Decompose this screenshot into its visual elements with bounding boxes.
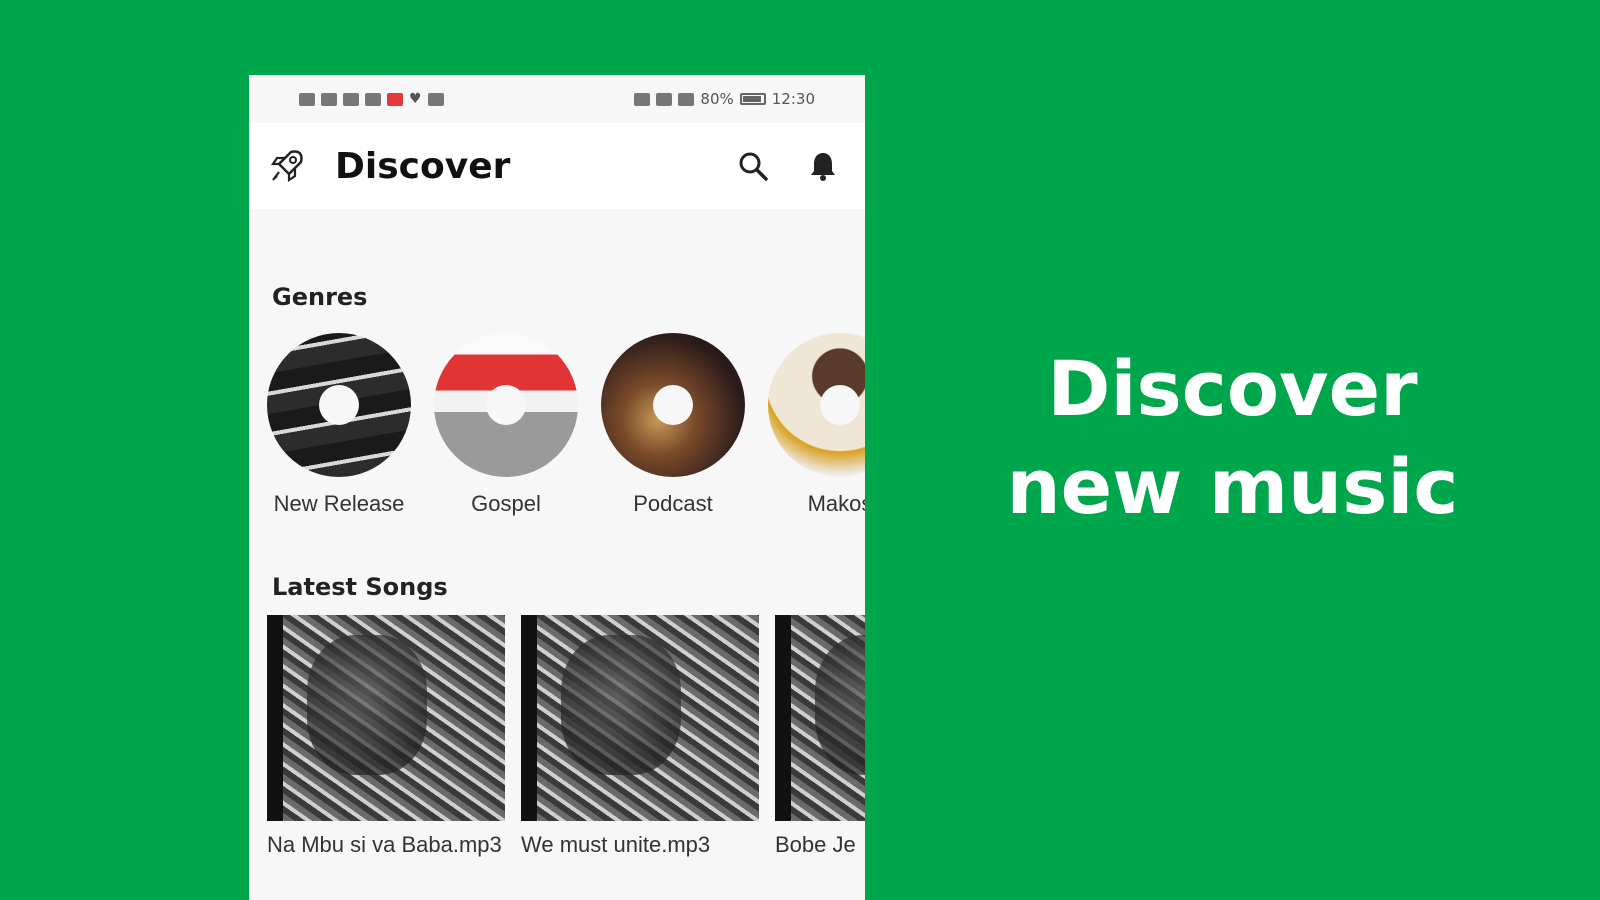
genre-cover <box>768 333 865 477</box>
bluetooth-icon <box>656 92 673 106</box>
genres-list: New Release Gospel Podcast Makos <box>249 333 865 517</box>
genre-item-gospel[interactable]: Gospel <box>433 333 579 517</box>
song-cover <box>267 615 505 821</box>
battery-icon <box>739 93 766 105</box>
song-title: Na Mbu si va Baba.mp3 <box>267 832 502 857</box>
song-cover <box>521 615 759 821</box>
mute-icon <box>678 92 695 106</box>
song-cover <box>775 615 865 821</box>
wifi-icon <box>343 92 359 106</box>
notification-icon <box>365 92 381 106</box>
status-right-icons: 80% 12:30 <box>634 90 815 108</box>
status-bar: ♥ 80% 12:30 <box>249 75 865 123</box>
song-item[interactable]: Na Mbu si va Baba.mp3 <box>267 615 505 861</box>
signal-icon <box>321 92 337 106</box>
genre-cover <box>434 333 578 477</box>
genre-label: Gospel <box>471 491 541 516</box>
hd-icon <box>299 92 315 106</box>
genre-cover <box>601 333 745 477</box>
song-item[interactable]: We must unite.mp3 <box>521 615 759 861</box>
genres-title: Genres <box>272 283 368 311</box>
clock: 12:30 <box>771 90 815 108</box>
latest-songs-list: Na Mbu si va Baba.mp3 We must unite.mp3 … <box>249 615 865 861</box>
genre-label: Podcast <box>633 491 713 516</box>
search-icon[interactable] <box>731 144 775 188</box>
phone-screen: ♥ 80% 12:30 Discover Genres New Release … <box>249 75 865 900</box>
message-icon <box>427 92 444 106</box>
song-title: We must unite.mp3 <box>521 832 711 857</box>
latest-songs-title: Latest Songs <box>272 573 448 601</box>
genre-label: New Release <box>273 491 405 516</box>
bell-icon[interactable] <box>801 144 845 188</box>
song-title: Bobe Je <box>775 832 856 857</box>
song-item[interactable]: Bobe Je <box>775 615 865 861</box>
genre-item-makos[interactable]: Makos <box>767 333 865 517</box>
genre-item-podcast[interactable]: Podcast <box>600 333 746 517</box>
rocket-icon[interactable] <box>265 144 309 188</box>
promo-headline: Discover new music <box>865 340 1600 536</box>
promo-line-1: Discover <box>1047 344 1418 433</box>
status-left-icons: ♥ <box>299 91 444 107</box>
promo-line-2: new music <box>1006 442 1459 531</box>
genre-item-new-release[interactable]: New Release <box>266 333 412 517</box>
battery-percent: 80% <box>700 90 734 108</box>
page-title: Discover <box>335 145 511 187</box>
genre-cover <box>267 333 411 477</box>
nfc-icon <box>634 92 651 106</box>
app-bar: Discover <box>249 123 865 209</box>
app-notification-icon <box>387 92 403 106</box>
heart-icon: ♥ <box>409 91 422 107</box>
genre-label: Makos <box>807 491 865 516</box>
